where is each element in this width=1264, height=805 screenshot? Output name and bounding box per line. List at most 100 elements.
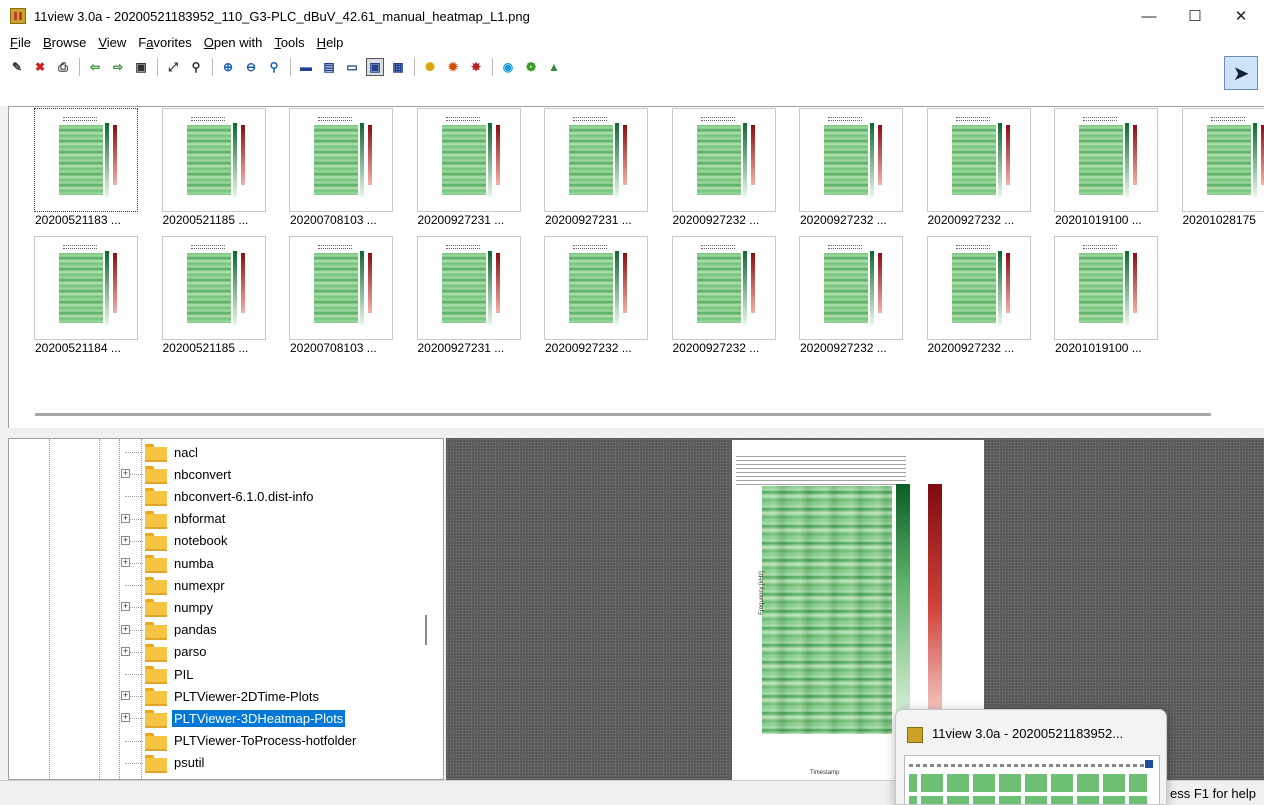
tree-item[interactable]: + PLTViewer-2DTime-Plots bbox=[121, 685, 321, 707]
wallpaper-icon[interactable]: ▲ bbox=[545, 58, 563, 76]
tree-item[interactable]: + pandas bbox=[121, 619, 219, 641]
menu-item[interactable]: Favorites bbox=[132, 35, 197, 50]
fullscreen-icon[interactable]: ⤢ bbox=[164, 58, 182, 76]
tree-connector bbox=[125, 762, 143, 764]
slideshow-icon[interactable]: ▣ bbox=[132, 58, 150, 76]
folder-icon bbox=[145, 488, 167, 507]
print-icon[interactable]: ⎙ bbox=[54, 58, 72, 76]
horizontal-scrollbar[interactable] bbox=[35, 413, 1211, 416]
thumbnail-heatmap bbox=[186, 253, 231, 323]
thumbnail-colorbar-red bbox=[1005, 125, 1010, 185]
tree-item[interactable]: nacl bbox=[125, 441, 200, 463]
thumbnail-title-lines bbox=[573, 117, 607, 121]
expand-icon[interactable]: + bbox=[121, 646, 130, 656]
tree-item[interactable]: + parso bbox=[121, 641, 209, 663]
close-button[interactable]: ✕ bbox=[1218, 0, 1264, 32]
brightness-icon[interactable]: ✺ bbox=[421, 58, 439, 76]
tree-item[interactable]: + nbformat bbox=[121, 508, 227, 530]
minimize-button[interactable]: — bbox=[1126, 0, 1172, 32]
expand-icon[interactable]: + bbox=[121, 624, 130, 634]
popup-window-thumbnail[interactable] bbox=[904, 755, 1160, 804]
zoom-actual-icon[interactable]: ⚲ bbox=[265, 58, 283, 76]
layout-split-icon[interactable]: ▣ bbox=[366, 58, 384, 76]
tree-item[interactable]: + nbconvert bbox=[121, 463, 233, 485]
zoom-fit-icon[interactable]: ⚲ bbox=[187, 58, 205, 76]
expand-icon[interactable]: + bbox=[121, 713, 130, 723]
thumbnail-image bbox=[308, 117, 378, 205]
thumbnail-item[interactable]: 20200521185 ... bbox=[161, 235, 267, 363]
thumbnail-item[interactable]: 20200927232 ... bbox=[798, 107, 904, 235]
tree-item[interactable]: numexpr bbox=[125, 574, 227, 596]
layout-single-icon[interactable]: ▬ bbox=[297, 58, 315, 76]
menu-item[interactable]: Browse bbox=[37, 35, 92, 50]
tree-item[interactable]: PIL bbox=[125, 663, 196, 685]
expand-icon[interactable]: + bbox=[121, 469, 130, 479]
zoom-in-icon[interactable]: ⊕ bbox=[219, 58, 237, 76]
preview-colorbar-red bbox=[928, 484, 942, 734]
tree-item[interactable]: PLTViewer-ToProcess-hotfolder bbox=[125, 730, 358, 752]
expand-icon[interactable]: + bbox=[121, 691, 130, 701]
folder-icon bbox=[145, 688, 167, 707]
thumbnail-item[interactable]: 20200927231 ... bbox=[543, 107, 649, 235]
zoom-out-icon[interactable]: ⊖ bbox=[242, 58, 260, 76]
menu-item[interactable]: Open with bbox=[198, 35, 269, 50]
thumbnail-item[interactable]: 20200521185 ... bbox=[161, 107, 267, 235]
thumbnail-item[interactable]: 20200927232 ... bbox=[543, 235, 649, 363]
forward-arrow-icon[interactable]: ⇨ bbox=[109, 58, 127, 76]
contrast-icon[interactable]: ✹ bbox=[444, 58, 462, 76]
layout-horizontal-icon[interactable]: ▭ bbox=[343, 58, 361, 76]
delete-icon[interactable]: ✖ bbox=[31, 58, 49, 76]
thumbnail-item[interactable]: 20200927232 ... bbox=[671, 235, 777, 363]
thumbnail-colorbar-red bbox=[878, 125, 882, 185]
tree-item[interactable]: psutil bbox=[125, 752, 206, 774]
color-reset-icon[interactable]: ✸ bbox=[467, 58, 485, 76]
expand-icon[interactable]: + bbox=[121, 558, 130, 567]
tree-item[interactable]: nbconvert-6.1.0.dist-info bbox=[125, 485, 315, 507]
thumbnail-item[interactable]: 20200927231 ... bbox=[416, 235, 522, 363]
panel-splitter[interactable] bbox=[0, 428, 1264, 438]
tree-item[interactable]: + numba bbox=[121, 552, 216, 574]
thumbnail-item[interactable]: 20201028175 bbox=[1181, 107, 1264, 235]
tree-item[interactable]: + numpy bbox=[121, 596, 215, 618]
expand-icon[interactable]: + bbox=[121, 513, 130, 523]
thumbnail-item[interactable]: 20200927232 ... bbox=[926, 107, 1032, 235]
thumbnail-title-lines bbox=[828, 117, 862, 121]
settings-icon[interactable]: ◉ bbox=[499, 58, 517, 76]
thumbnail-title-lines bbox=[190, 245, 225, 249]
layout-vertical-icon[interactable]: ▤ bbox=[320, 58, 338, 76]
thumbnail-heatmap bbox=[441, 125, 486, 195]
thumbnail-item[interactable]: 20200927232 ... bbox=[671, 107, 777, 235]
menu-item[interactable]: Help bbox=[311, 35, 350, 50]
thumbnail-panel[interactable]: 20200521183 ... 20200521185 ... 2020070810… bbox=[8, 106, 1264, 428]
edit-icon[interactable]: ✎ bbox=[8, 58, 26, 76]
thumbnail-item[interactable]: 20201019100 ... bbox=[1053, 235, 1159, 363]
folder-tree[interactable]: nacl + nbconvert nbconvert-6.1.0.dist-info +… bbox=[8, 438, 444, 780]
thumbnail-item[interactable]: 20200708103 ... bbox=[288, 107, 394, 235]
expand-icon[interactable]: + bbox=[121, 535, 130, 545]
thumbnail-title-lines bbox=[1083, 245, 1117, 249]
tree-scrollbar-thumb[interactable] bbox=[425, 615, 427, 645]
thumbnail-label: 20200927231 ... bbox=[417, 341, 505, 355]
thumbnail-item[interactable]: 20201019100 ... bbox=[1053, 107, 1159, 235]
menu-item[interactable]: File bbox=[4, 35, 37, 50]
expand-icon[interactable]: + bbox=[121, 602, 130, 612]
maximize-button[interactable]: ☐ bbox=[1172, 0, 1218, 32]
browser-toggle-button[interactable]: ➤ bbox=[1224, 56, 1258, 90]
taskbar-preview-popup[interactable]: 11view 3.0a - 20200521183952... bbox=[895, 709, 1167, 805]
layout-print-icon[interactable]: ▦ bbox=[389, 58, 407, 76]
tree-item[interactable]: + notebook bbox=[121, 530, 230, 552]
menu-item[interactable]: Tools bbox=[268, 35, 310, 50]
popup-thumb-grid bbox=[909, 774, 1147, 804]
thumbnail-heatmap bbox=[314, 125, 358, 195]
menu-item[interactable]: View bbox=[92, 35, 132, 50]
thumbnail-item[interactable]: 20200927231 ... bbox=[416, 107, 522, 235]
thumbnail-item[interactable]: 20200927232 ... bbox=[798, 235, 904, 363]
thumbnail-item[interactable]: 20200521184 ... bbox=[33, 235, 139, 363]
thumbnail-heatmap bbox=[951, 253, 996, 323]
plugins-icon[interactable]: ❁ bbox=[522, 58, 540, 76]
tree-item[interactable]: + PLTViewer-3DHeatmap-Plots bbox=[121, 707, 347, 729]
thumbnail-item[interactable]: 20200927232 ... bbox=[926, 235, 1032, 363]
thumbnail-item[interactable]: 20200708103 ... bbox=[288, 235, 394, 363]
back-arrow-icon[interactable]: ⇦ bbox=[86, 58, 104, 76]
thumbnail-item[interactable]: 20200521183 ... bbox=[33, 107, 139, 235]
